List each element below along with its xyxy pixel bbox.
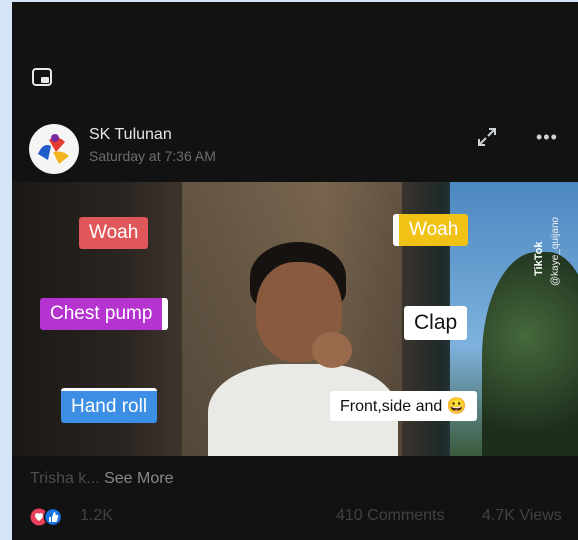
picture-in-picture-icon[interactable]	[32, 68, 52, 86]
video-tag-woah-right: Woah	[393, 214, 469, 246]
reaction-count[interactable]: 1.2K	[80, 507, 113, 525]
facebook-video-screen: SK Tulunan Saturday at 7:36 AM ••• Woah …	[12, 2, 578, 540]
comment-count[interactable]: 410 Comments	[336, 507, 445, 525]
video-tag-front-side: Front,side and 😀	[330, 391, 477, 421]
video-tag-chest-pump: Chest pump	[40, 298, 169, 330]
video-tag-hand-roll: Hand roll	[61, 388, 158, 423]
expand-icon[interactable]	[476, 126, 498, 148]
video-tag-woah-left: Woah	[79, 217, 149, 249]
post-timestamp[interactable]: Saturday at 7:36 AM	[89, 148, 216, 164]
see-more-link[interactable]: See More	[104, 470, 173, 487]
sk-logo-icon	[30, 125, 78, 173]
reaction-icons[interactable]	[30, 507, 74, 527]
view-count: 4.7K Views	[482, 507, 562, 524]
video-tag-clap: Clap	[404, 306, 468, 340]
avatar[interactable]	[29, 124, 79, 174]
more-options-icon[interactable]: •••	[536, 128, 558, 146]
poster-name[interactable]: SK Tulunan	[89, 126, 172, 144]
caption-text: Trisha k...	[30, 470, 100, 487]
video-person-hand	[312, 332, 352, 368]
post-caption: Trisha k... See More	[30, 470, 173, 488]
tiktok-username-watermark: @kaye_quijano	[550, 216, 561, 286]
video-player[interactable]: Woah Woah Chest pump Clap Hand roll Fron…	[12, 182, 578, 456]
post-stats-bar: 1.2K 410 Comments 4.7K Views	[30, 507, 578, 529]
